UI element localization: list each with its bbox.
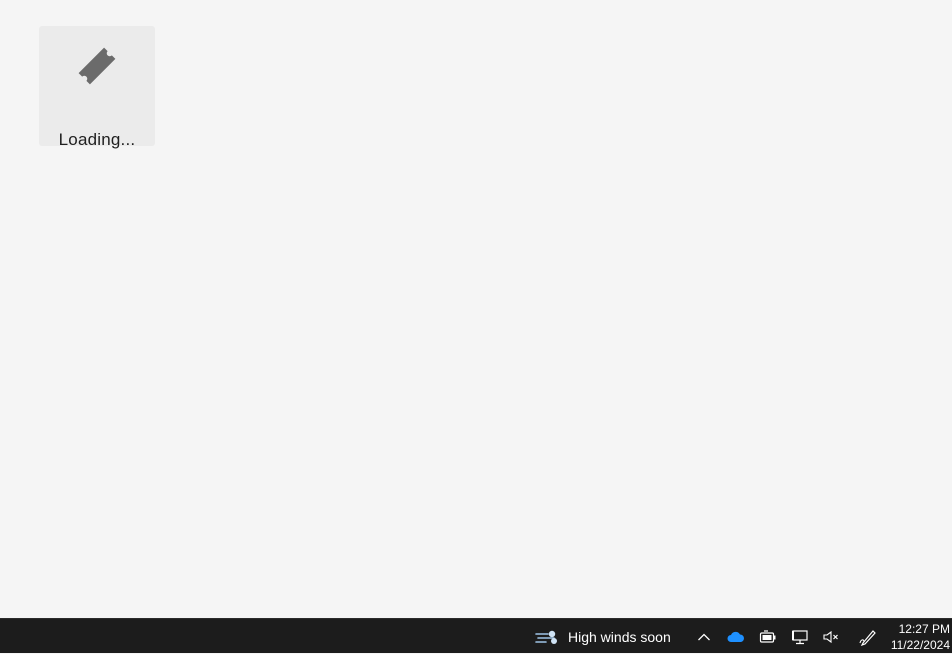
cloud-icon bbox=[727, 631, 744, 642]
tile-label: Loading... bbox=[58, 130, 136, 149]
volume-button[interactable] bbox=[819, 619, 843, 654]
clock[interactable]: 12:27 PM 11/22/2024 bbox=[886, 621, 950, 653]
weather-text: High winds soon bbox=[568, 628, 671, 645]
network-icon bbox=[792, 629, 808, 644]
pen-icon bbox=[859, 629, 876, 646]
ticket-icon bbox=[78, 47, 116, 85]
clock-time: 12:27 PM bbox=[898, 622, 950, 636]
desktop: Loading... bbox=[0, 0, 952, 618]
battery-button[interactable] bbox=[756, 619, 780, 654]
network-button[interactable] bbox=[788, 619, 812, 654]
show-hidden-icons-button[interactable] bbox=[692, 619, 716, 654]
pen-button[interactable] bbox=[856, 619, 880, 654]
weather-widget[interactable]: High winds soon bbox=[528, 619, 677, 654]
volume-muted-icon bbox=[823, 630, 838, 643]
wind-icon bbox=[535, 630, 557, 644]
battery-icon bbox=[759, 629, 776, 643]
chevron-up-icon bbox=[698, 633, 710, 640]
clock-date: 11/22/2024 bbox=[890, 638, 950, 652]
onedrive-button[interactable] bbox=[724, 619, 748, 654]
taskbar: High winds soon 12:27 PM 11/22/2024 bbox=[0, 618, 952, 653]
